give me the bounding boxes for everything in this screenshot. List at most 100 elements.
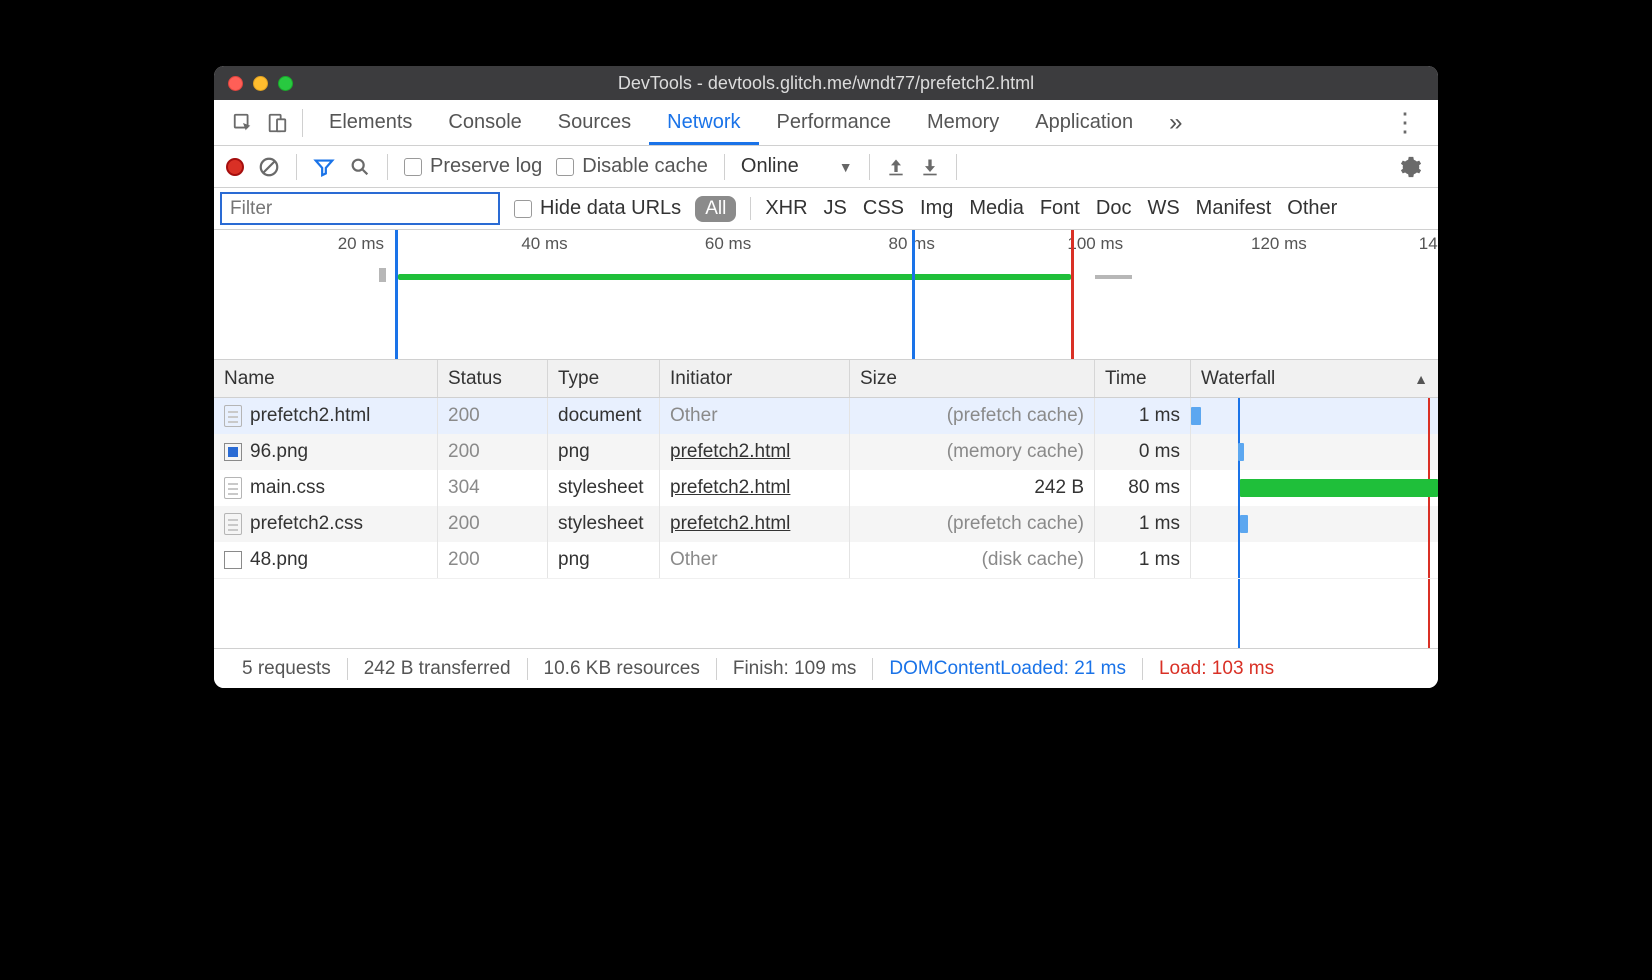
filter-type-xhr[interactable]: XHR: [750, 197, 807, 220]
request-initiator[interactable]: prefetch2.html: [670, 441, 790, 463]
filter-type-js[interactable]: JS: [824, 197, 847, 220]
request-size: 242 B: [850, 470, 1095, 506]
col-name[interactable]: Name: [214, 360, 438, 397]
col-size[interactable]: Size: [850, 360, 1095, 397]
chevron-down-icon: ▼: [839, 159, 853, 175]
settings-gear-icon[interactable]: [1400, 156, 1426, 178]
request-name: prefetch2.html: [250, 405, 370, 427]
disable-cache-checkbox[interactable]: Disable cache: [556, 155, 708, 178]
table-row[interactable]: main.css304stylesheetprefetch2.html242 B…: [214, 470, 1438, 506]
timeline-tick: 120 ms: [1251, 234, 1307, 254]
filter-type-media[interactable]: Media: [969, 197, 1023, 220]
table-row[interactable]: 48.png200pngOther(disk cache)1 ms: [214, 542, 1438, 578]
tabs-overflow[interactable]: »: [1151, 100, 1200, 145]
overview-start-line: [395, 230, 398, 359]
inspect-element-icon[interactable]: [226, 106, 260, 140]
checkbox-icon: [556, 158, 574, 176]
filter-type-css[interactable]: CSS: [863, 197, 904, 220]
request-type: png: [548, 434, 660, 470]
load-line: [1428, 542, 1430, 578]
requests-table-header: Name Status Type Initiator Size Time Wat…: [214, 360, 1438, 398]
tab-elements[interactable]: Elements: [311, 100, 430, 145]
domcontent-line: [1238, 542, 1240, 578]
search-icon[interactable]: [349, 156, 371, 178]
tab-network[interactable]: Network: [649, 100, 758, 145]
timeline-tick: 14: [1419, 234, 1438, 254]
request-waterfall: [1191, 398, 1438, 434]
col-waterfall[interactable]: Waterfall▲: [1191, 360, 1438, 397]
request-initiator: Other: [670, 549, 718, 571]
load-line: [1428, 398, 1430, 434]
domcontent-line: [1238, 398, 1240, 434]
tab-memory[interactable]: Memory: [909, 100, 1017, 145]
request-type: stylesheet: [548, 506, 660, 542]
request-initiator: Other: [670, 405, 718, 427]
request-name: 48.png: [250, 549, 308, 571]
overview-domcontent-line: [912, 230, 915, 359]
tab-application[interactable]: Application: [1017, 100, 1151, 145]
hide-data-urls-checkbox[interactable]: Hide data URLs: [514, 197, 681, 220]
col-initiator[interactable]: Initiator: [660, 360, 850, 397]
filter-type-other[interactable]: Other: [1287, 197, 1337, 220]
status-resources: 10.6 KB resources: [527, 658, 716, 680]
throttling-select[interactable]: Online ▼: [741, 155, 853, 178]
overview-activity-bar: [398, 274, 1071, 280]
device-toolbar-icon[interactable]: [260, 106, 294, 140]
status-load: Load: 103 ms: [1142, 658, 1290, 680]
requests-table-body: prefetch2.html200documentOther(prefetch …: [214, 398, 1438, 578]
table-row[interactable]: 96.png200pngprefetch2.html(memory cache)…: [214, 434, 1438, 470]
clear-icon[interactable]: [258, 156, 280, 178]
tab-sources[interactable]: Sources: [540, 100, 649, 145]
request-waterfall: [1191, 542, 1438, 578]
request-initiator[interactable]: prefetch2.html: [670, 513, 790, 535]
tab-performance[interactable]: Performance: [759, 100, 910, 145]
filter-type-ws[interactable]: WS: [1147, 197, 1179, 220]
request-waterfall: [1191, 434, 1438, 470]
status-domcontentloaded: DOMContentLoaded: 21 ms: [872, 658, 1142, 680]
preserve-log-checkbox[interactable]: Preserve log: [404, 155, 542, 178]
overview-timeline[interactable]: 20 ms40 ms60 ms80 ms100 ms120 ms14: [214, 230, 1438, 360]
filter-type-doc[interactable]: Doc: [1096, 197, 1132, 220]
table-row[interactable]: prefetch2.css200stylesheetprefetch2.html…: [214, 506, 1438, 542]
filter-icon[interactable]: [313, 156, 335, 178]
request-time: 1 ms: [1095, 506, 1191, 542]
request-time: 0 ms: [1095, 434, 1191, 470]
filter-type-font[interactable]: Font: [1040, 197, 1080, 220]
request-initiator[interactable]: prefetch2.html: [670, 477, 790, 499]
filter-type-img[interactable]: Img: [920, 197, 953, 220]
checkbox-icon: [404, 158, 422, 176]
col-status[interactable]: Status: [438, 360, 548, 397]
table-row[interactable]: prefetch2.html200documentOther(prefetch …: [214, 398, 1438, 434]
upload-har-icon[interactable]: [886, 157, 906, 177]
table-empty-area: [214, 578, 1438, 648]
sort-asc-icon: ▲: [1414, 371, 1428, 387]
network-toolbar: Preserve log Disable cache Online ▼: [214, 146, 1438, 188]
document-icon: [224, 477, 242, 499]
minimize-button[interactable]: [253, 76, 268, 91]
document-icon: [224, 405, 242, 427]
status-transferred: 242 B transferred: [347, 658, 527, 680]
col-type[interactable]: Type: [548, 360, 660, 397]
download-har-icon[interactable]: [920, 157, 940, 177]
load-line: [1428, 506, 1430, 542]
request-type: png: [548, 542, 660, 578]
request-size: (memory cache): [850, 434, 1095, 470]
request-name: main.css: [250, 477, 325, 499]
request-name: prefetch2.css: [250, 513, 363, 535]
overview-stub: [1095, 275, 1132, 279]
image-icon: [224, 551, 242, 569]
filter-type-all[interactable]: All: [695, 196, 736, 222]
maximize-button[interactable]: [278, 76, 293, 91]
request-status: 200: [438, 542, 548, 578]
more-menu-icon[interactable]: ⋮: [1384, 107, 1426, 138]
request-type: stylesheet: [548, 470, 660, 506]
record-button[interactable]: [226, 158, 244, 176]
col-time[interactable]: Time: [1095, 360, 1191, 397]
filter-type-manifest[interactable]: Manifest: [1196, 197, 1272, 220]
waterfall-bar: [1240, 479, 1438, 497]
tab-console[interactable]: Console: [430, 100, 539, 145]
close-button[interactable]: [228, 76, 243, 91]
request-time: 80 ms: [1095, 470, 1191, 506]
filter-input[interactable]: [220, 192, 500, 225]
timeline-tick: 40 ms: [521, 234, 567, 254]
